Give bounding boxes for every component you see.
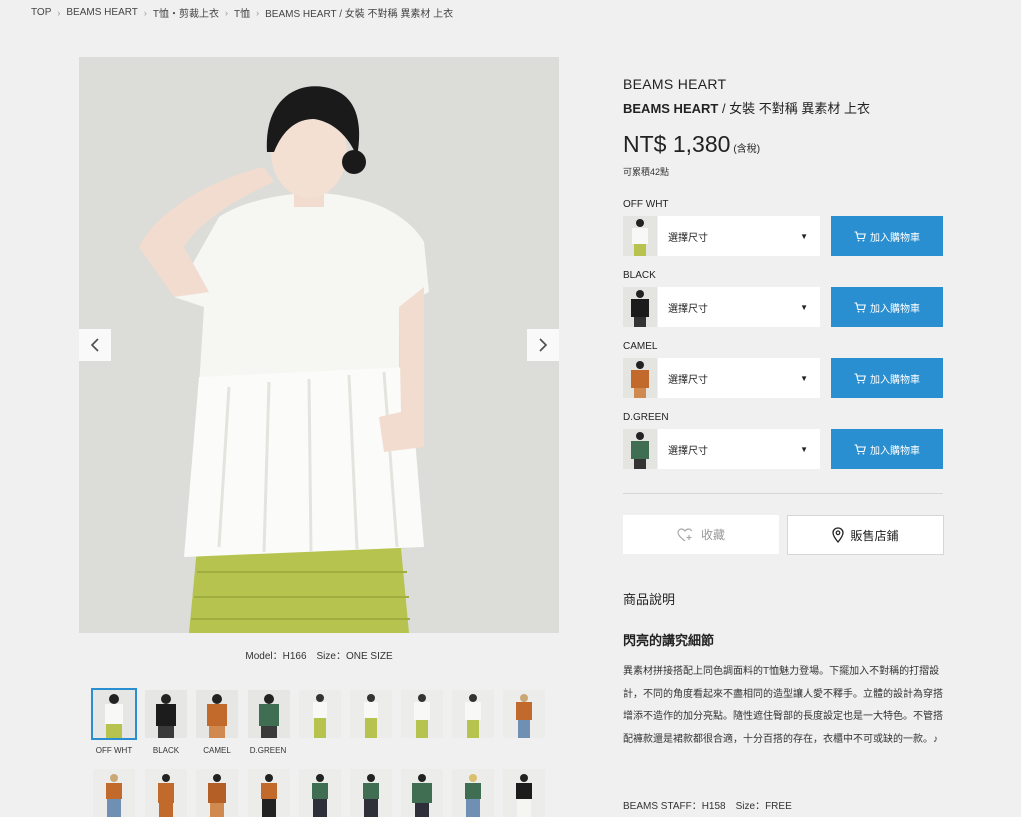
size-select-label: 選擇尺寸 <box>668 374 708 386</box>
cart-icon <box>854 372 866 383</box>
size-select-label: 選擇尺寸 <box>668 303 708 315</box>
add-to-cart-button-dgreen[interactable]: 加入購物車 <box>831 429 943 469</box>
color-swatch-offwhite <box>623 216 657 256</box>
staff-size-note: BEAMS STAFF：H158 Size：FREE <box>623 801 792 812</box>
size-select-offwhite[interactable]: 選擇尺寸 ▼ <box>658 216 820 256</box>
thumbnail-black[interactable] <box>145 690 187 738</box>
breadcrumb-separator-icon: › <box>256 7 260 18</box>
breadcrumb-brand[interactable]: BEAMS HEART <box>66 7 138 18</box>
thumbnail-13[interactable] <box>248 769 290 817</box>
dropdown-caret-icon: ▼ <box>800 444 808 454</box>
reward-points: 可累積42點 <box>623 167 670 177</box>
breadcrumb-category[interactable]: T恤・剪裁上衣 <box>153 5 219 20</box>
store-label: 販售店鋪 <box>850 528 899 543</box>
heart-plus-icon <box>677 527 693 541</box>
thumbnail-11[interactable] <box>145 769 187 817</box>
thumbnail-18[interactable] <box>503 769 545 817</box>
color-label-offwhite: OFF WHT <box>623 199 669 210</box>
brand-name: BEAMS HEART <box>623 76 727 92</box>
map-pin-icon <box>832 527 845 543</box>
store-locator-button[interactable]: 販售店鋪 <box>787 515 944 555</box>
add-to-cart-label: 加入購物車 <box>870 374 920 386</box>
description-subheading: 閃亮的講究細節 <box>623 633 715 648</box>
thumbnail-17[interactable] <box>452 769 494 817</box>
thumbnail-dgreen[interactable] <box>248 690 290 738</box>
breadcrumb-top[interactable]: TOP <box>31 7 51 18</box>
add-to-cart-button-black[interactable]: 加入購物車 <box>831 287 943 327</box>
add-to-cart-label: 加入購物車 <box>870 303 920 315</box>
model-photo <box>79 57 559 633</box>
color-label-dgreen: D.GREEN <box>623 412 669 423</box>
model-size-caption: Model：H166 Size：ONE SIZE <box>245 651 393 662</box>
color-label-camel: CAMEL <box>623 341 658 352</box>
variant-row-offwhite: 選擇尺寸 ▼ 加入購物車 <box>623 216 943 256</box>
cart-icon <box>854 301 866 312</box>
color-swatch-camel <box>623 358 657 398</box>
dropdown-caret-icon: ▼ <box>800 231 808 241</box>
thumbnail-offwhite[interactable] <box>91 688 137 740</box>
cart-icon <box>854 230 866 241</box>
breadcrumb-separator-icon: › <box>225 7 228 18</box>
color-swatch-dgreen <box>623 429 657 469</box>
main-product-image[interactable] <box>79 57 559 633</box>
price-value: NT$ 1,380 <box>623 131 731 157</box>
thumbnail-15[interactable] <box>350 769 392 817</box>
thumbnail-9[interactable] <box>503 690 545 738</box>
chevron-left-icon <box>90 338 99 352</box>
size-select-label: 選擇尺寸 <box>668 445 708 457</box>
breadcrumb-separator-icon: › <box>57 7 61 18</box>
favorite-label: 收藏 <box>700 528 725 542</box>
breadcrumb: TOP › BEAMS HEART › T恤・剪裁上衣 › T恤 › BEAMS… <box>31 5 453 20</box>
size-select-label: 選擇尺寸 <box>668 232 708 244</box>
product-price: NT$ 1,380 (含稅) <box>623 131 760 158</box>
variant-row-black: 選擇尺寸 ▼ 加入購物車 <box>623 287 943 327</box>
favorite-button[interactable]: 收藏 <box>623 515 779 554</box>
previous-image-button[interactable] <box>79 329 111 361</box>
add-to-cart-button-offwhite[interactable]: 加入購物車 <box>831 216 943 256</box>
size-select-black[interactable]: 選擇尺寸 ▼ <box>658 287 820 327</box>
variant-row-dgreen: 選擇尺寸 ▼ 加入購物車 <box>623 429 943 469</box>
thumbnail-8[interactable] <box>452 690 494 738</box>
thumbnail-16[interactable] <box>401 769 443 817</box>
add-to-cart-label: 加入購物車 <box>870 445 920 457</box>
color-swatch-black <box>623 287 657 327</box>
thumbnail-5[interactable] <box>299 690 341 738</box>
product-title-text: / 女裝 不對稱 異素材 上衣 <box>718 101 871 116</box>
breadcrumb-subcategory[interactable]: T恤 <box>234 5 250 20</box>
variant-row-camel: 選擇尺寸 ▼ 加入購物車 <box>623 358 943 398</box>
dropdown-caret-icon: ▼ <box>800 302 808 312</box>
thumbnail-12[interactable] <box>196 769 238 817</box>
product-title: BEAMS HEART / 女裝 不對稱 異素材 上衣 <box>623 98 870 117</box>
color-label-black: BLACK <box>623 270 656 281</box>
add-to-cart-label: 加入購物車 <box>870 232 920 244</box>
dropdown-caret-icon: ▼ <box>800 373 808 383</box>
size-select-camel[interactable]: 選擇尺寸 ▼ <box>658 358 820 398</box>
chevron-right-icon <box>539 338 548 352</box>
thumbnail-6[interactable] <box>350 690 392 738</box>
description-body: 異素材拼接搭配上同色調面料的T恤魅力登場。下擺加入不對稱的打摺設計，不同的角度看… <box>623 666 943 745</box>
description-heading: 商品說明 <box>623 592 676 607</box>
product-title-brand: BEAMS HEART <box>623 101 719 116</box>
thumbnail-7[interactable] <box>401 690 443 738</box>
size-select-dgreen[interactable]: 選擇尺寸 ▼ <box>658 429 820 469</box>
breadcrumb-current: BEAMS HEART / 女裝 不對稱 異素材 上衣 <box>265 9 454 20</box>
thumbnail-label: OFF WHT <box>95 746 133 755</box>
thumbnail-camel[interactable] <box>196 690 238 738</box>
thumbnail-10[interactable] <box>93 769 135 817</box>
section-divider <box>623 493 943 494</box>
breadcrumb-separator-icon: › <box>143 7 147 18</box>
thumbnail-label: D.GREEN <box>249 746 287 755</box>
thumbnail-14[interactable] <box>299 769 341 817</box>
cart-icon <box>854 443 866 454</box>
next-image-button[interactable] <box>527 329 559 361</box>
add-to-cart-button-camel[interactable]: 加入購物車 <box>831 358 943 398</box>
tax-note: (含稅) <box>733 144 761 155</box>
